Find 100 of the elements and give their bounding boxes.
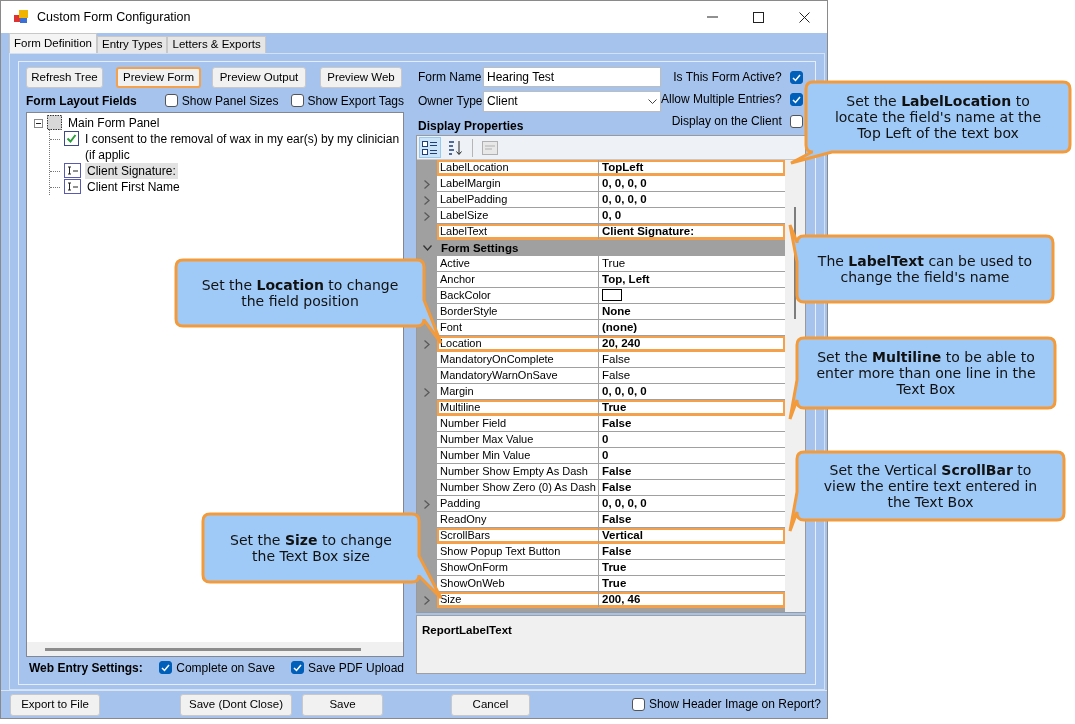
property-value: True [601, 400, 628, 416]
property-row[interactable]: MandatoryWarnOnSave False [437, 368, 785, 385]
tab[interactable]: Entry Types [96, 36, 168, 53]
categorized-view-icon[interactable] [422, 140, 438, 155]
toolbar-button[interactable]: Refresh Tree [26, 67, 103, 88]
callout-text: The LabelText can be used to change the field's name [816, 253, 1034, 285]
chevron-right-icon[interactable] [424, 595, 430, 605]
property-name: LabelPadding [437, 192, 599, 208]
property-row[interactable]: Show Popup Text Button False [437, 544, 785, 561]
collapse-icon[interactable] [34, 119, 43, 128]
tree-item[interactable]: Client First Name [85, 179, 182, 195]
dropdown-field[interactable]: Client [483, 91, 661, 112]
window-title: Custom Form Configuration [37, 9, 192, 25]
property-row[interactable]: LabelPadding 0, 0, 0, 0 [437, 192, 785, 209]
callout-text: Set the LabelLocation to locate the field's name at the Top Left of the text box [833, 93, 1043, 141]
input-field[interactable]: Hearing Test [483, 67, 661, 87]
property-row[interactable]: LabelText Client Signature: [437, 224, 785, 241]
property-row[interactable]: Number Max Value 0 [437, 432, 785, 449]
footer-button[interactable]: Export to File [10, 693, 100, 716]
minimize-icon[interactable] [706, 16, 718, 18]
maximize-icon[interactable] [752, 11, 764, 23]
property-row[interactable]: Font (none) [437, 320, 785, 337]
chevron-down-icon[interactable] [422, 245, 432, 252]
property-row[interactable]: BackColor [437, 288, 785, 305]
checkbox-label: Show Header Image on Report? [648, 697, 821, 712]
toolbar-button[interactable]: Preview Form [116, 67, 201, 88]
tree-item[interactable]: I consent to the removal of wax in my ear(s) by my clinician (if applic [83, 131, 403, 163]
property-row[interactable]: Number Min Value 0 [437, 448, 785, 465]
property-name: Number Min Value [437, 448, 599, 464]
property-row[interactable]: Active True [437, 256, 785, 273]
property-row[interactable]: Number Field False [437, 416, 785, 433]
property-value: False [601, 464, 633, 480]
tree-item[interactable]: Client Signature: [85, 163, 178, 179]
settings-label: Web Entry Settings: [29, 660, 144, 676]
scrollbar-thumb[interactable] [45, 647, 361, 651]
chevron-right-icon[interactable] [424, 339, 430, 349]
checkbox[interactable] [789, 115, 803, 128]
checkbox-label: Show Export Tags [307, 93, 404, 109]
property-value: TopLeft [601, 160, 645, 176]
tab[interactable]: Letters & Exports [167, 36, 266, 53]
checkbox-label: Save PDF Upload [307, 660, 404, 676]
property-row[interactable]: Margin 0, 0, 0, 0 [437, 384, 785, 401]
property-row[interactable]: Number Show Zero (0) As Dash False [437, 480, 785, 497]
property-row[interactable]: LabelLocation TopLeft [437, 160, 785, 177]
checkbox[interactable] [631, 698, 645, 711]
property-value: 0, 0, 0, 0 [601, 496, 648, 512]
property-name: ShowOnForm [437, 560, 599, 576]
footer-button[interactable]: Save [302, 693, 383, 716]
footer-button[interactable]: Cancel [451, 693, 530, 716]
property-value: 0 [601, 432, 610, 448]
property-value: True [601, 576, 628, 592]
property-name: Number Max Value [437, 432, 599, 448]
checkbox-icon [64, 131, 79, 146]
property-name: ReadOny [437, 512, 599, 528]
checkbox[interactable] [159, 661, 173, 675]
property-row[interactable]: BorderStyle None [437, 304, 785, 321]
checkbox[interactable] [789, 93, 803, 106]
checkbox[interactable] [789, 71, 803, 84]
property-name: Active [437, 256, 599, 272]
property-row[interactable]: Padding 0, 0, 0, 0 [437, 496, 785, 513]
toolbar-button[interactable]: Preview Web [320, 67, 402, 88]
property-value: False [601, 512, 633, 528]
property-row[interactable]: ShowOnWeb True [437, 576, 785, 593]
field-label: Owner Type [417, 94, 483, 109]
property-row[interactable]: Number Show Empty As Dash False [437, 464, 785, 481]
property-name: LabelSize [437, 208, 599, 224]
close-icon[interactable] [798, 11, 810, 23]
property-value: 0, 0, 0, 0 [601, 192, 648, 208]
property-name: BackColor [437, 288, 599, 304]
tab[interactable]: Form Definition [9, 33, 97, 53]
checkbox-label: Show Panel Sizes [181, 93, 279, 109]
toolbar-button[interactable]: Preview Output [212, 67, 306, 88]
property-row[interactable]: Location 20, 240 [437, 336, 785, 353]
property-name: ScrollBars [437, 528, 599, 544]
property-name: MandatoryWarnOnSave [437, 368, 599, 384]
property-row[interactable]: Anchor Top, Left [437, 272, 785, 289]
chevron-right-icon[interactable] [424, 499, 430, 509]
checkbox-label: Display on the Client [671, 114, 782, 129]
property-row[interactable]: ReadOny False [437, 512, 785, 529]
property-value: 200, 46 [601, 592, 642, 608]
property-name: Number Show Zero (0) As Dash [437, 480, 599, 496]
property-row[interactable]: Multiline True [437, 400, 785, 417]
checkbox[interactable] [290, 94, 304, 108]
category-header[interactable]: Form Settings [437, 240, 785, 257]
property-name: Margin [437, 384, 599, 400]
property-row[interactable]: ShowOnForm True [437, 560, 785, 577]
tree-item[interactable]: Main Form Panel [66, 115, 162, 131]
property-row[interactable]: LabelMargin 0, 0, 0, 0 [437, 176, 785, 193]
property-row[interactable]: MandatoryOnComplete False [437, 352, 785, 369]
callout-text: Set the Location to change the field position [200, 277, 400, 309]
property-row[interactable]: ScrollBars Vertical [437, 528, 785, 545]
footer-button[interactable]: Save (Dont Close) [180, 693, 292, 716]
chevron-right-icon[interactable] [424, 387, 430, 397]
sort-icon[interactable] [447, 139, 463, 156]
checkbox[interactable] [290, 661, 304, 675]
property-value: False [601, 480, 633, 496]
checkbox[interactable] [164, 94, 178, 108]
property-row[interactable]: LabelSize 0, 0 [437, 208, 785, 225]
property-value: Client Signature: [601, 224, 695, 240]
property-row[interactable]: Size 200, 46 [437, 592, 785, 609]
